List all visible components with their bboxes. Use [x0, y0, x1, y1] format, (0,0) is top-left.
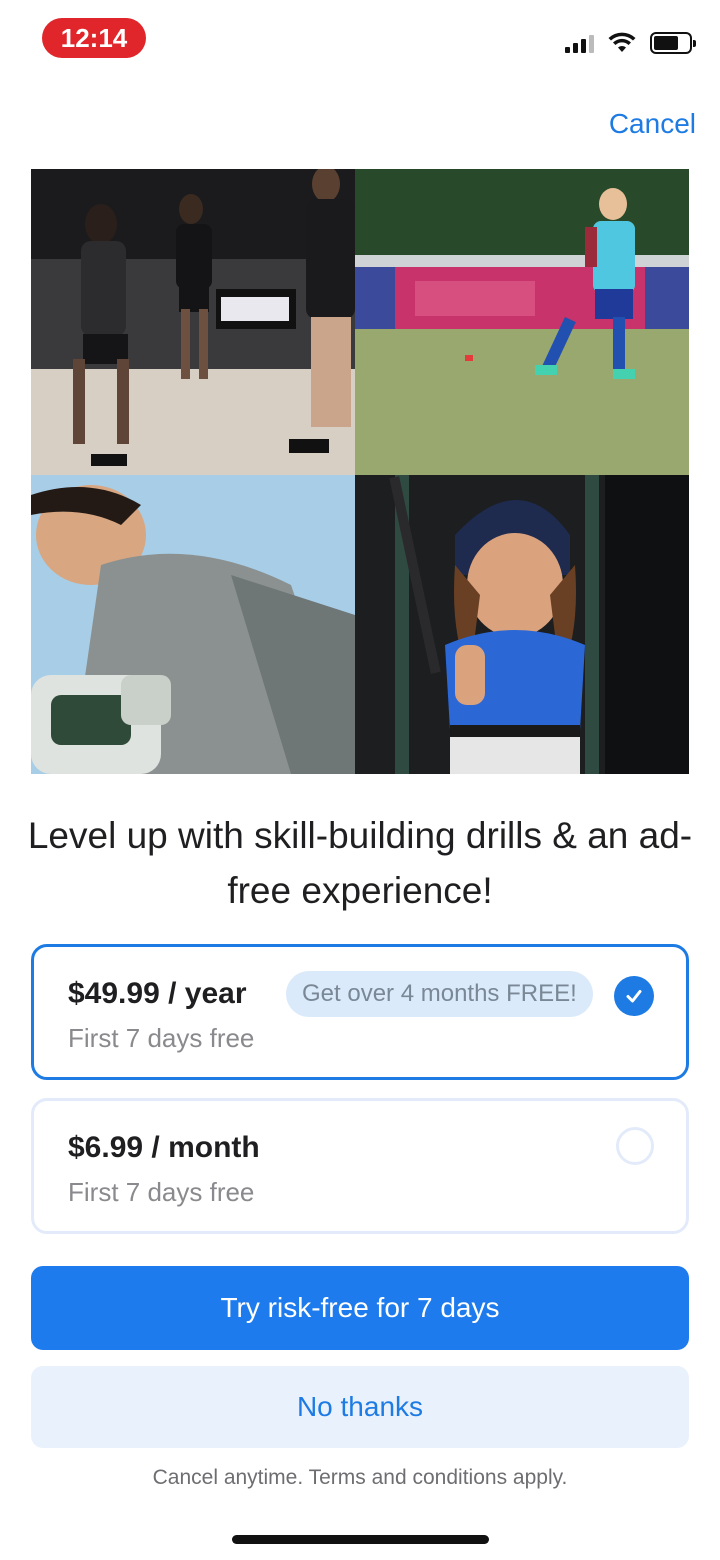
plan-price: $49.99 / year [68, 977, 247, 1010]
try-risk-free-button[interactable]: Try risk-free for 7 days [31, 1266, 689, 1350]
wifi-icon [608, 32, 636, 52]
sports-photo-collage [31, 169, 689, 774]
status-time: 12:14 [42, 18, 146, 58]
plan-trial-text: First 7 days free [68, 1177, 255, 1207]
status-icons [565, 28, 696, 58]
terms-footnote: Cancel anytime. Terms and conditions app… [152, 1466, 568, 1489]
softball-girl-photo [355, 475, 689, 774]
lacrosse-player-photo [31, 475, 355, 774]
radio-empty-icon [616, 1127, 654, 1165]
cellular-signal-icon [565, 33, 594, 53]
plan-option-monthly[interactable]: $6.99 / month First 7 days free [31, 1098, 689, 1234]
home-indicator[interactable] [232, 1535, 489, 1544]
basketball-training-photo [31, 169, 355, 475]
soccer-kid-photo [355, 169, 689, 475]
status-bar: 12:14 [0, 0, 720, 80]
battery-icon [650, 32, 696, 54]
plan-price: $6.99 / month [68, 1131, 260, 1164]
plan-trial-text: First 7 days free [68, 1023, 255, 1053]
savings-badge: Get over 4 months FREE! [286, 971, 593, 1017]
headline: Level up with skill-building drills & an… [27, 815, 693, 911]
no-thanks-button[interactable]: No thanks [31, 1366, 689, 1448]
plan-option-yearly[interactable]: $49.99 / year Get over 4 months FREE! Fi… [31, 944, 689, 1080]
cancel-button[interactable]: Cancel [609, 108, 696, 140]
checkmark-icon [614, 976, 654, 1016]
